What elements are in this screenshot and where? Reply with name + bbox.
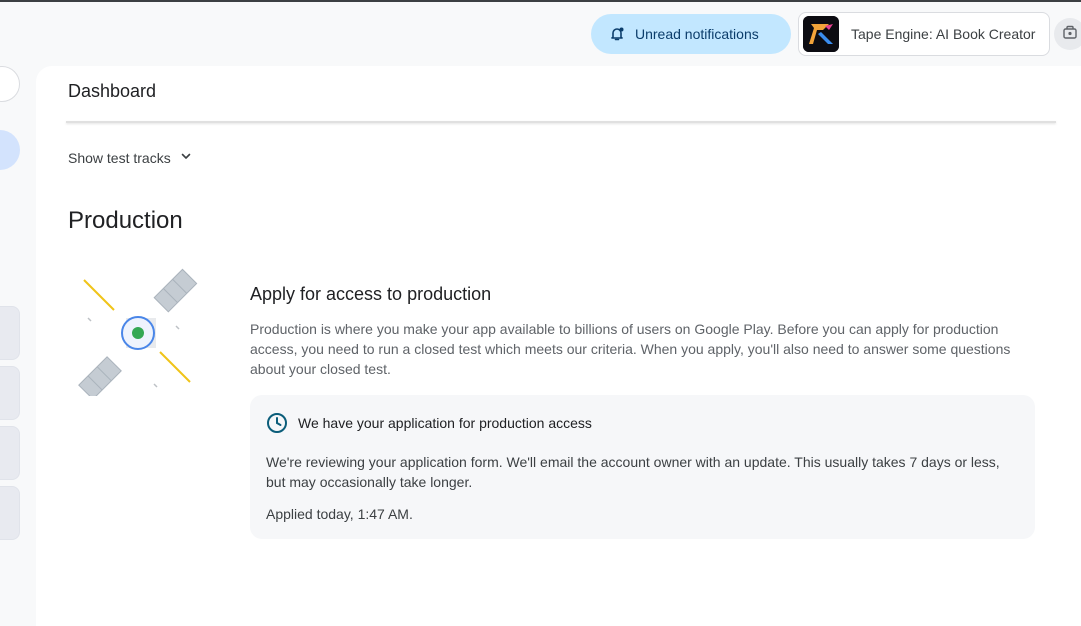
production-heading: Production	[68, 207, 183, 234]
page-title: Dashboard	[68, 81, 157, 101]
show-test-tracks-toggle[interactable]: Show test tracks	[68, 149, 193, 166]
notifications-label: Unread notifications	[635, 26, 759, 42]
application-status-notice: We have your application for production …	[250, 395, 1035, 539]
notice-body: We're reviewing your application form. W…	[266, 454, 1000, 490]
account-button[interactable]	[1054, 18, 1081, 50]
rail-nav-item[interactable]	[0, 306, 20, 360]
notice-header: We have your application for production …	[266, 412, 1019, 434]
clock-icon	[266, 412, 288, 434]
apply-production-title: Apply for access to production	[250, 284, 492, 304]
account-icon	[1062, 24, 1078, 45]
title-divider	[66, 121, 1056, 123]
window-top-border	[0, 0, 1081, 2]
apply-production-description: Production is where you make your app av…	[250, 321, 1011, 377]
applied-timestamp: Applied today, 1:47 AM.	[266, 506, 413, 522]
chevron-down-icon	[179, 149, 193, 166]
app-selector[interactable]: Tape Engine: AI Book Creator	[798, 12, 1050, 56]
unread-notifications-button[interactable]: Unread notifications	[591, 14, 791, 54]
app-name: Tape Engine: AI Book Creator	[851, 26, 1036, 42]
rail-nav-item[interactable]	[0, 366, 20, 420]
satellite-illustration	[72, 266, 202, 400]
rail-nav-item[interactable]	[0, 426, 20, 480]
notice-heading: We have your application for production …	[298, 415, 592, 431]
rail-active-item[interactable]	[0, 130, 20, 170]
main-panel: Dashboard Show test tracks Production Ap…	[36, 66, 1081, 626]
app-logo-icon	[803, 16, 839, 52]
bell-ring-icon	[609, 26, 625, 42]
rail-search-button[interactable]	[0, 66, 20, 102]
rail-nav-item[interactable]	[0, 486, 20, 540]
show-test-tracks-label: Show test tracks	[68, 149, 171, 166]
